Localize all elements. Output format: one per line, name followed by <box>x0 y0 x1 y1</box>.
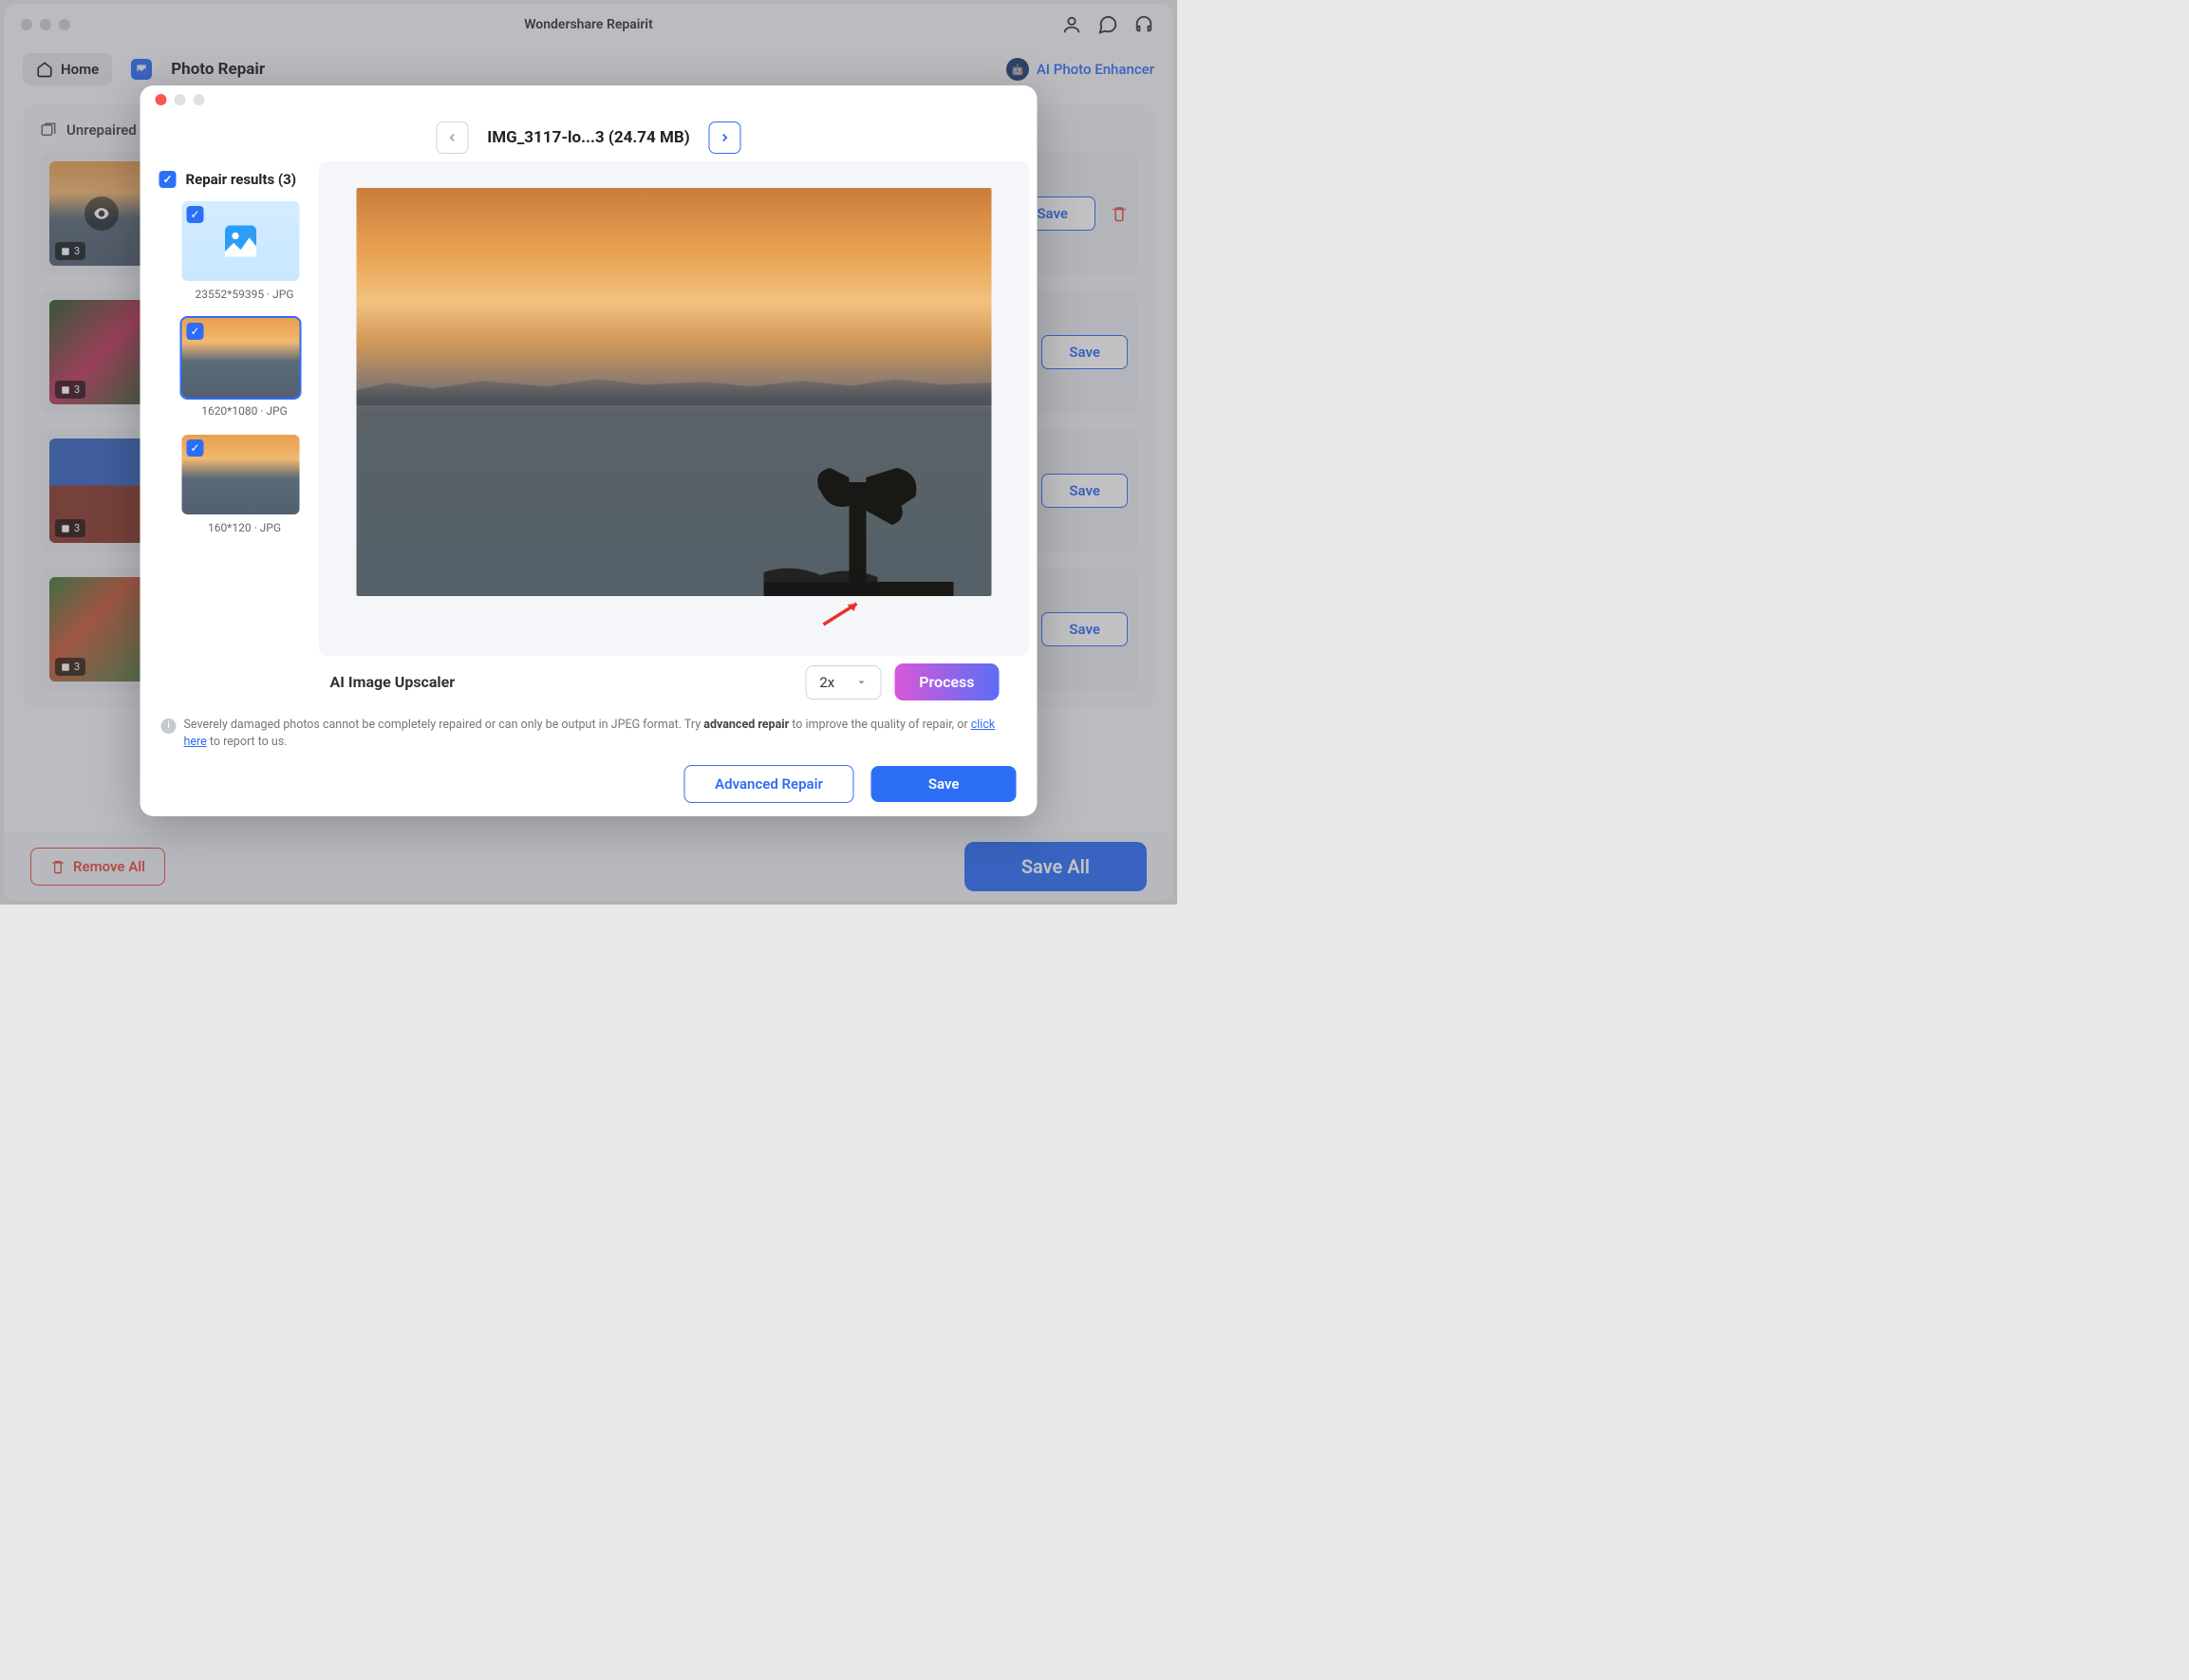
damage-note: i Severely damaged photos cannot be comp… <box>140 709 1038 753</box>
upscale-row: AI Image Upscaler 2x Process <box>140 656 1038 709</box>
result-item[interactable]: ✓ 160*120 · JPG <box>182 435 308 534</box>
result-thumbnail[interactable]: ✓ <box>182 201 300 281</box>
note-emphasis: advanced repair <box>703 718 789 732</box>
preview-panel <box>319 161 1030 656</box>
result-checkbox[interactable]: ✓ <box>187 206 204 223</box>
result-thumbnail[interactable]: ✓ <box>182 318 300 398</box>
note-text: Severely damaged photos cannot be comple… <box>184 718 704 732</box>
results-header: ✓ Repair results (3) <box>159 171 308 188</box>
note-text: to report to us. <box>207 735 288 749</box>
process-button[interactable]: Process <box>894 663 999 700</box>
result-dimensions: 1620*1080 · JPG <box>182 404 308 418</box>
result-checkbox[interactable]: ✓ <box>187 323 204 340</box>
modal-titlebar <box>140 85 1038 114</box>
modal-nav: IMG_3117-lo...3 (24.74 MB) <box>140 114 1038 161</box>
result-item[interactable]: ✓ 1620*1080 · JPG <box>182 318 308 418</box>
upscale-label: AI Image Upscaler <box>330 673 793 691</box>
advanced-repair-button[interactable]: Advanced Repair <box>683 765 854 803</box>
result-checkbox[interactable]: ✓ <box>187 439 204 457</box>
modal-maximize-dot <box>194 94 205 105</box>
result-item[interactable]: ✓ 23552*59395 · JPG <box>182 201 308 301</box>
preview-image[interactable] <box>357 188 992 596</box>
note-text: to improve the quality of repair, or <box>789 718 971 732</box>
results-sidebar: ✓ Repair results (3) ✓ 23552*59395 · JPG… <box>148 161 319 656</box>
decorative-landscape <box>357 367 992 405</box>
image-placeholder-icon <box>220 220 262 262</box>
modal-close-dot[interactable] <box>156 94 167 105</box>
chevron-left-icon <box>445 131 458 144</box>
next-file-button[interactable] <box>709 121 741 154</box>
decorative-foreground <box>764 425 954 596</box>
chevron-down-icon <box>855 677 867 688</box>
result-thumbnail[interactable]: ✓ <box>182 435 300 514</box>
scale-value: 2x <box>819 674 834 691</box>
results-header-label: Repair results (3) <box>186 171 297 188</box>
chevron-right-icon <box>719 131 732 144</box>
repair-results-modal: IMG_3117-lo...3 (24.74 MB) ✓ Repair resu… <box>140 85 1038 816</box>
modal-minimize-dot <box>175 94 186 105</box>
modal-save-button[interactable]: Save <box>871 766 1017 802</box>
scale-dropdown[interactable]: 2x <box>805 665 881 700</box>
result-dimensions: 160*120 · JPG <box>182 521 308 534</box>
modal-filename: IMG_3117-lo...3 (24.74 MB) <box>487 128 689 147</box>
result-dimensions: 23552*59395 · JPG <box>182 288 308 301</box>
modal-actions: Advanced Repair Save <box>140 752 1038 816</box>
select-all-checkbox[interactable]: ✓ <box>159 171 177 188</box>
prev-file-button[interactable] <box>436 121 468 154</box>
info-icon: i <box>161 719 177 734</box>
